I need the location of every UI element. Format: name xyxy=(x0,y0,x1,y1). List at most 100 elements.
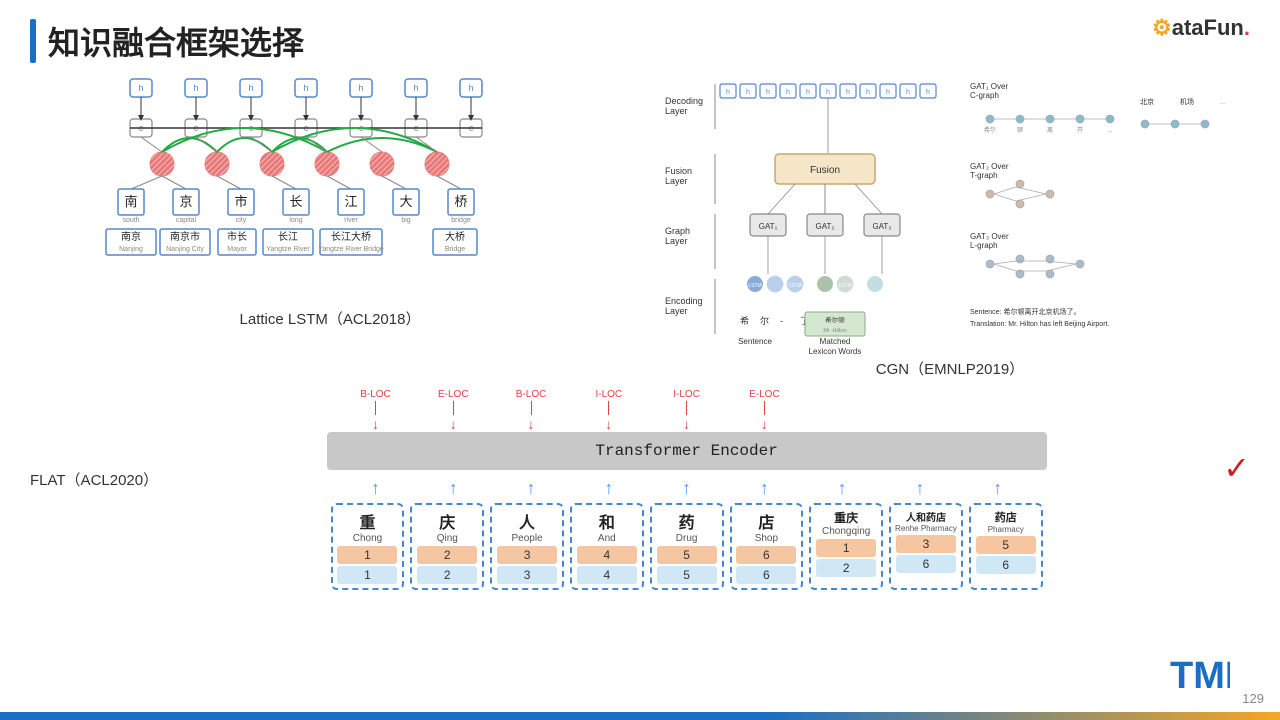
svg-text:river: river xyxy=(344,217,358,224)
svg-text:GAT₂ Over: GAT₂ Over xyxy=(970,162,1009,171)
svg-text:Sentence: 希尔顿离开北京机场了。: Sentence: 希尔顿离开北京机场了。 xyxy=(970,307,1080,316)
svg-text:Layer: Layer xyxy=(665,306,688,316)
svg-text:south: south xyxy=(122,217,139,224)
token-card-6: 店 Shop 6 6 xyxy=(730,503,804,590)
datafun-logo: ⚙ataFun. xyxy=(1152,15,1250,41)
svg-text:h: h xyxy=(806,89,810,96)
loc-arrow-row: B-LOC ↓ E-LOC ↓ B-LOC ↓ I-LOC ↓ I-LOC xyxy=(327,389,1047,432)
svg-text:大: 大 xyxy=(399,194,412,209)
svg-text:GAT₃: GAT₃ xyxy=(872,222,891,231)
svg-text:Mr. Hilton: Mr. Hilton xyxy=(823,328,846,334)
svg-text:Matched: Matched xyxy=(820,337,851,346)
token-num2-6: 6 xyxy=(736,566,796,584)
svg-text:Lexicon Words: Lexicon Words xyxy=(809,347,862,356)
svg-text:南: 南 xyxy=(124,194,137,209)
token-num1-7: 1 xyxy=(816,539,876,557)
token-num2-8: 6 xyxy=(896,555,956,573)
token-num1-4: 4 xyxy=(577,546,637,564)
token-card-5: 药 Drug 5 5 xyxy=(650,503,724,590)
page-title: 知识融合框架选择 xyxy=(48,18,304,64)
token-card-4: 和 And 4 4 xyxy=(570,503,644,590)
svg-text:Nanjing: Nanjing xyxy=(119,246,143,253)
transformer-encoder: Transformer Encoder xyxy=(327,432,1047,470)
token-num2-9: 6 xyxy=(976,556,1036,574)
svg-text:h: h xyxy=(746,89,750,96)
svg-text:Graph: Graph xyxy=(665,226,690,236)
svg-text:GAT₃ Over: GAT₃ Over xyxy=(970,232,1009,241)
cgn-diagram: Decoding Layer Fusion Layer Graph Layer … xyxy=(660,74,1240,354)
svg-text:市: 市 xyxy=(234,194,247,209)
svg-text:L-graph: L-graph xyxy=(970,241,998,250)
arrow-up-6: ↑ xyxy=(726,478,804,499)
svg-text:Layer: Layer xyxy=(665,176,688,186)
token-num1-6: 6 xyxy=(736,546,796,564)
svg-text:Layer: Layer xyxy=(665,236,688,246)
svg-text:机场: 机场 xyxy=(1180,97,1194,106)
title-bar: 知识融合框架选择 xyxy=(30,18,304,64)
token-num2-2: 2 xyxy=(417,566,477,584)
svg-text:Yangtze River: Yangtze River xyxy=(266,246,310,253)
svg-text:h: h xyxy=(413,83,418,93)
svg-text:LSTM: LSTM xyxy=(788,283,801,289)
up-arrows-row: ↑ ↑ ↑ ↑ ↑ ↑ ↑ ↑ ↑ xyxy=(327,478,1047,499)
svg-text:h: h xyxy=(906,89,910,96)
arrow-up-3: ↑ xyxy=(492,478,570,499)
token-card-3: 人 People 3 3 xyxy=(490,503,564,590)
svg-text:-: - xyxy=(780,316,783,326)
svg-text:桥: 桥 xyxy=(454,194,467,209)
arrow-up-2: ↑ xyxy=(414,478,492,499)
svg-text:LSTM: LSTM xyxy=(748,283,761,289)
token-cards: 重 Chong 1 1 庆 Qing 2 2 人 People 3 3 和 An… xyxy=(327,503,1047,590)
arrow-up-7: ↑ xyxy=(803,478,881,499)
arrow-up-8: ↑ xyxy=(881,478,959,499)
svg-text:h: h xyxy=(303,83,308,93)
token-card-1: 重 Chong 1 1 xyxy=(331,503,405,590)
svg-text:...: ... xyxy=(1107,128,1112,134)
token-num1-9: 5 xyxy=(976,536,1036,554)
svg-text:...: ... xyxy=(1220,100,1225,106)
svg-text:C-graph: C-graph xyxy=(970,91,999,100)
svg-text:南京: 南京 xyxy=(121,230,141,243)
cgn-label: CGN（EMNLP2019） xyxy=(876,358,1024,379)
svg-text:希: 希 xyxy=(740,315,749,326)
loc-e-loc-1: E-LOC ↓ xyxy=(414,389,492,432)
svg-text:Layer: Layer xyxy=(665,106,688,116)
svg-text:capital: capital xyxy=(176,217,197,224)
token-num2-3: 3 xyxy=(497,566,557,584)
svg-text:h: h xyxy=(138,83,143,93)
token-num2-7: 2 xyxy=(816,559,876,577)
svg-text:尔: 尔 xyxy=(760,315,769,326)
footer-bar xyxy=(0,712,1280,720)
arrow-up-5: ↑ xyxy=(648,478,726,499)
svg-text:h: h xyxy=(248,83,253,93)
token-card-8: 人和药店 Renhe Pharmacy 3 6 xyxy=(889,503,963,590)
svg-text:big: big xyxy=(401,217,410,224)
main-content: h h h h h h h c c xyxy=(0,74,1280,379)
svg-text:long: long xyxy=(289,217,302,224)
svg-text:h: h xyxy=(468,83,473,93)
svg-text:希尔顿: 希尔顿 xyxy=(825,315,845,324)
arrow-up-4: ↑ xyxy=(570,478,648,499)
svg-text:京: 京 xyxy=(179,194,192,209)
svg-text:Bridge: Bridge xyxy=(445,246,465,253)
flat-diagram: B-LOC ↓ E-LOC ↓ B-LOC ↓ I-LOC ↓ I-LOC xyxy=(180,389,1193,590)
loc-i-loc-2: I-LOC ↓ xyxy=(648,389,726,432)
token-card-2: 庆 Qing 2 2 xyxy=(410,503,484,590)
svg-text:市长: 市长 xyxy=(227,230,247,243)
lattice-label: Lattice LSTM（ACL2018） xyxy=(240,308,421,329)
svg-text:GAT₂: GAT₂ xyxy=(816,222,835,231)
token-num1-1: 1 xyxy=(337,546,397,564)
svg-text:h: h xyxy=(766,89,770,96)
checkmark: ✓ xyxy=(1223,449,1250,487)
svg-text:h: h xyxy=(886,89,890,96)
token-card-9: 药店 Pharmacy 5 6 xyxy=(969,503,1043,590)
loc-i-loc-1: I-LOC ↓ xyxy=(570,389,648,432)
svg-text:长: 长 xyxy=(289,194,302,209)
token-num2-5: 5 xyxy=(657,566,717,584)
lattice-diagram: h h h h h h h c c xyxy=(100,74,560,304)
svg-text:LSTM: LSTM xyxy=(838,283,851,289)
svg-text:江: 江 xyxy=(344,194,357,209)
svg-text:Yangtze River Bridge: Yangtze River Bridge xyxy=(318,246,384,253)
svg-text:Fusion: Fusion xyxy=(810,165,840,176)
svg-text:Sentence: Sentence xyxy=(738,337,772,346)
